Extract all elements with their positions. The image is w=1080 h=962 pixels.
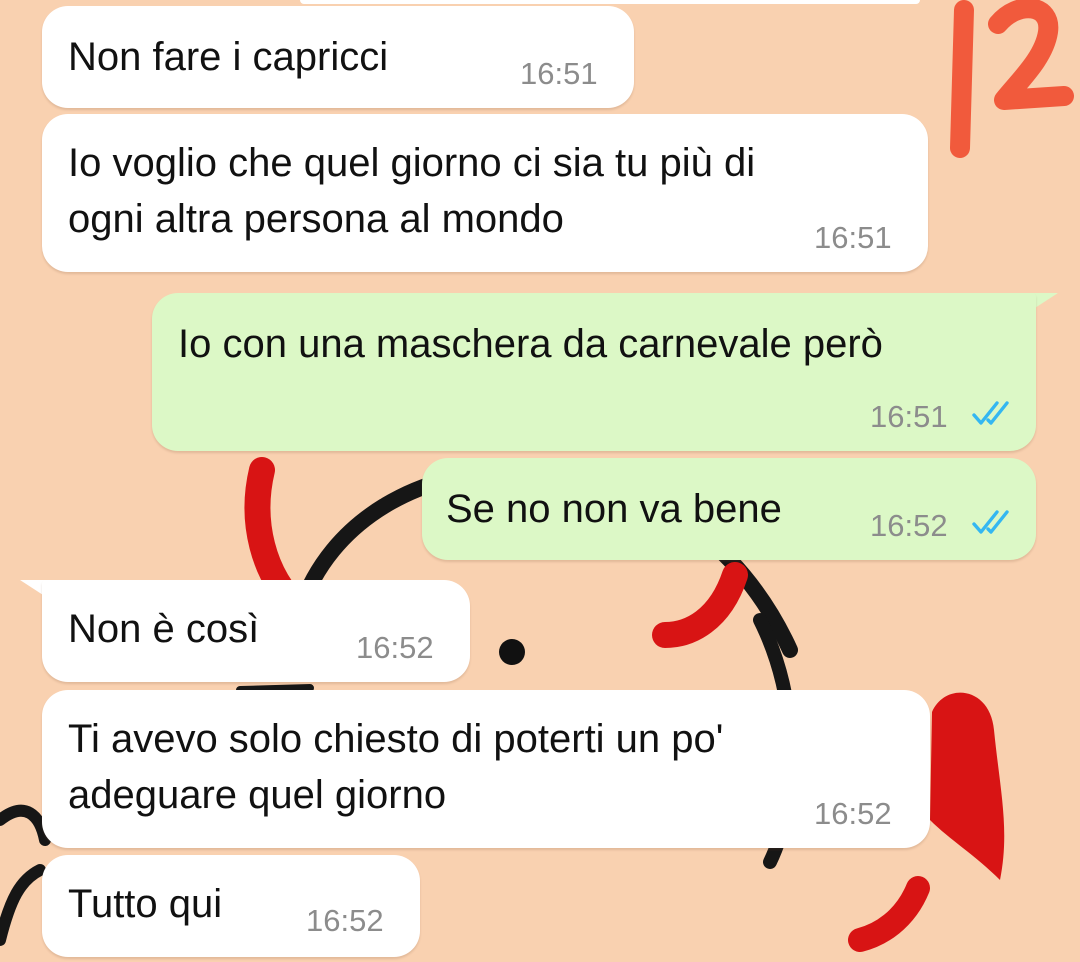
message-timestamp: 16:51 bbox=[520, 56, 598, 91]
message-text: Non è così bbox=[68, 607, 260, 651]
read-double-check-icon bbox=[972, 401, 1009, 425]
wallpaper-red-shape bbox=[930, 692, 1005, 880]
wallpaper-red-stroke bbox=[652, 562, 748, 648]
previous-message-edge bbox=[300, 0, 920, 4]
message-bubble-outgoing[interactable]: Io con una maschera da carnevale però 16… bbox=[152, 293, 1036, 451]
message-text: adeguare quel giorno bbox=[68, 773, 447, 817]
message-text: Ti avevo solo chiesto di poterti un po' bbox=[68, 717, 724, 761]
message-bubble-incoming[interactable]: Io voglio che quel giorno ci sia tu più … bbox=[42, 114, 928, 272]
message-text: Se no non va bene bbox=[446, 487, 782, 531]
message-timestamp: 16:52 bbox=[356, 630, 434, 665]
message-timestamp: 16:52 bbox=[306, 903, 384, 938]
message-bubble-outgoing[interactable]: Se no non va bene 16:52 bbox=[422, 458, 1036, 560]
wallpaper-red-stroke bbox=[848, 876, 930, 952]
message-timestamp: 16:51 bbox=[814, 220, 892, 255]
read-double-check-icon bbox=[972, 510, 1009, 534]
message-timestamp: 16:52 bbox=[814, 796, 892, 831]
wallpaper-black-arc bbox=[0, 864, 46, 946]
message-bubble-incoming[interactable]: Tutto qui 16:52 bbox=[42, 855, 420, 957]
message-text: Tutto qui bbox=[68, 882, 223, 926]
message-timestamp: 16:51 bbox=[870, 399, 948, 434]
wallpaper-black-arc bbox=[0, 804, 51, 846]
message-timestamp: 16:52 bbox=[870, 508, 948, 543]
message-bubble-incoming[interactable]: Ti avevo solo chiesto di poterti un po' … bbox=[42, 690, 930, 848]
message-bubble-incoming[interactable]: Non fare i capricci 16:51 bbox=[42, 6, 634, 108]
message-text: Non fare i capricci bbox=[68, 35, 389, 79]
message-bubble-incoming[interactable]: Non è così 16:52 bbox=[42, 580, 470, 682]
handwritten-page-number bbox=[950, 0, 1074, 158]
wallpaper-dot bbox=[499, 639, 525, 665]
message-text: Io con una maschera da carnevale però bbox=[178, 322, 883, 366]
message-text: ogni altra persona al mondo bbox=[68, 197, 564, 241]
message-text: Io voglio che quel giorno ci sia tu più … bbox=[68, 141, 756, 185]
